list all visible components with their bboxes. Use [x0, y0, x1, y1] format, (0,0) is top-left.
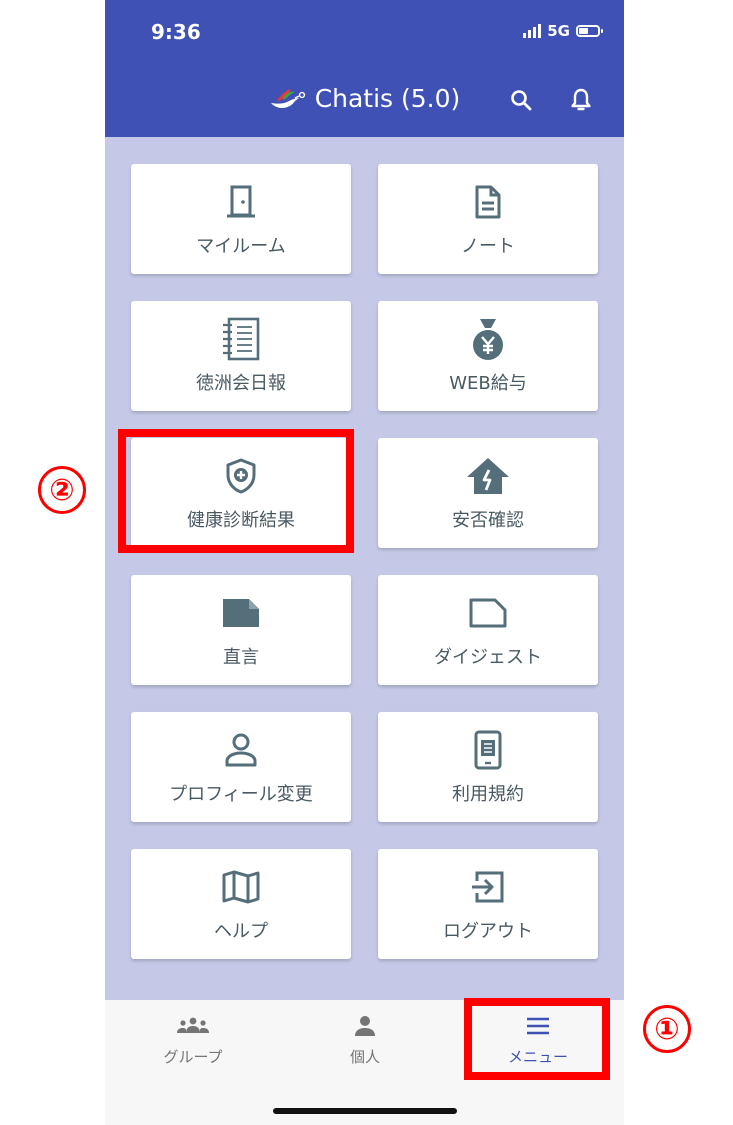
tile-label: プロフィール変更 — [169, 784, 313, 805]
map-icon — [221, 869, 261, 905]
tile-direct-message[interactable]: 直言 — [131, 575, 351, 685]
status-time: 9:36 — [151, 20, 201, 44]
folded-note-outline-icon — [468, 595, 508, 631]
phone-doc-icon — [473, 730, 503, 770]
tile-profile-change[interactable]: プロフィール変更 — [131, 712, 351, 822]
tile-digest[interactable]: ダイジェスト — [378, 575, 598, 685]
tile-safety-check[interactable]: 安否確認 — [378, 438, 598, 548]
nav-label: グループ — [163, 1048, 223, 1066]
person-icon — [305, 1014, 425, 1038]
tile-label: WEB給与 — [449, 373, 527, 394]
network-label: 5G — [547, 22, 570, 40]
highlight-menu — [464, 998, 610, 1080]
tile-label: ノート — [461, 236, 515, 257]
tile-label: 安否確認 — [452, 510, 524, 531]
folded-note-filled-icon — [221, 595, 261, 631]
highlight-health-checkup — [118, 429, 354, 553]
app-title-group: Chatis (5.0) — [105, 84, 624, 113]
tile-my-room[interactable]: マイルーム — [131, 164, 351, 274]
tile-label: ダイジェスト — [434, 647, 542, 668]
tile-label: 利用規約 — [452, 784, 524, 805]
step-marker-1: ① — [643, 1005, 691, 1053]
nav-group[interactable]: グループ — [133, 1014, 253, 1067]
tile-label: 徳洲会日報 — [196, 373, 286, 394]
bird-logo-icon — [270, 88, 305, 108]
tile-note[interactable]: ノート — [378, 164, 598, 274]
home-indicator — [273, 1108, 457, 1114]
door-icon — [224, 184, 258, 220]
search-button[interactable] — [507, 86, 535, 114]
signal-icon — [523, 24, 542, 38]
tile-terms[interactable]: 利用規約 — [378, 712, 598, 822]
step-marker-2: ② — [38, 466, 86, 514]
document-icon — [473, 184, 503, 220]
house-broken-icon — [465, 458, 511, 494]
tile-daily-report[interactable]: 徳洲会日報 — [131, 301, 351, 411]
person-outline-icon — [224, 732, 258, 768]
status-bar: 9:36 5G — [105, 0, 624, 62]
tile-web-salary[interactable]: WEB給与 — [378, 301, 598, 411]
nav-personal[interactable]: 個人 — [305, 1014, 425, 1067]
tile-logout[interactable]: ログアウト — [378, 849, 598, 959]
tile-label: ヘルプ — [214, 921, 268, 942]
tile-help[interactable]: ヘルプ — [131, 849, 351, 959]
phone-screen: 9:36 5G Chatis (5.0) マイルーム ノート 徳洲会日報 WEB… — [105, 0, 624, 1125]
group-icon — [133, 1014, 253, 1038]
notifications-button[interactable] — [567, 86, 595, 114]
logout-icon — [469, 869, 507, 905]
tile-label: マイルーム — [196, 236, 286, 257]
app-title: Chatis (5.0) — [314, 84, 461, 113]
money-bag-yen-icon — [470, 319, 506, 360]
bell-icon — [571, 88, 591, 111]
notebook-icon — [220, 317, 262, 361]
battery-icon — [576, 25, 603, 37]
status-indicators: 5G — [523, 22, 603, 40]
nav-label: 個人 — [349, 1048, 380, 1066]
search-icon — [511, 90, 532, 111]
app-bar: Chatis (5.0) — [105, 62, 624, 137]
tile-label: ログアウト — [443, 921, 533, 942]
tile-label: 直言 — [223, 647, 259, 668]
